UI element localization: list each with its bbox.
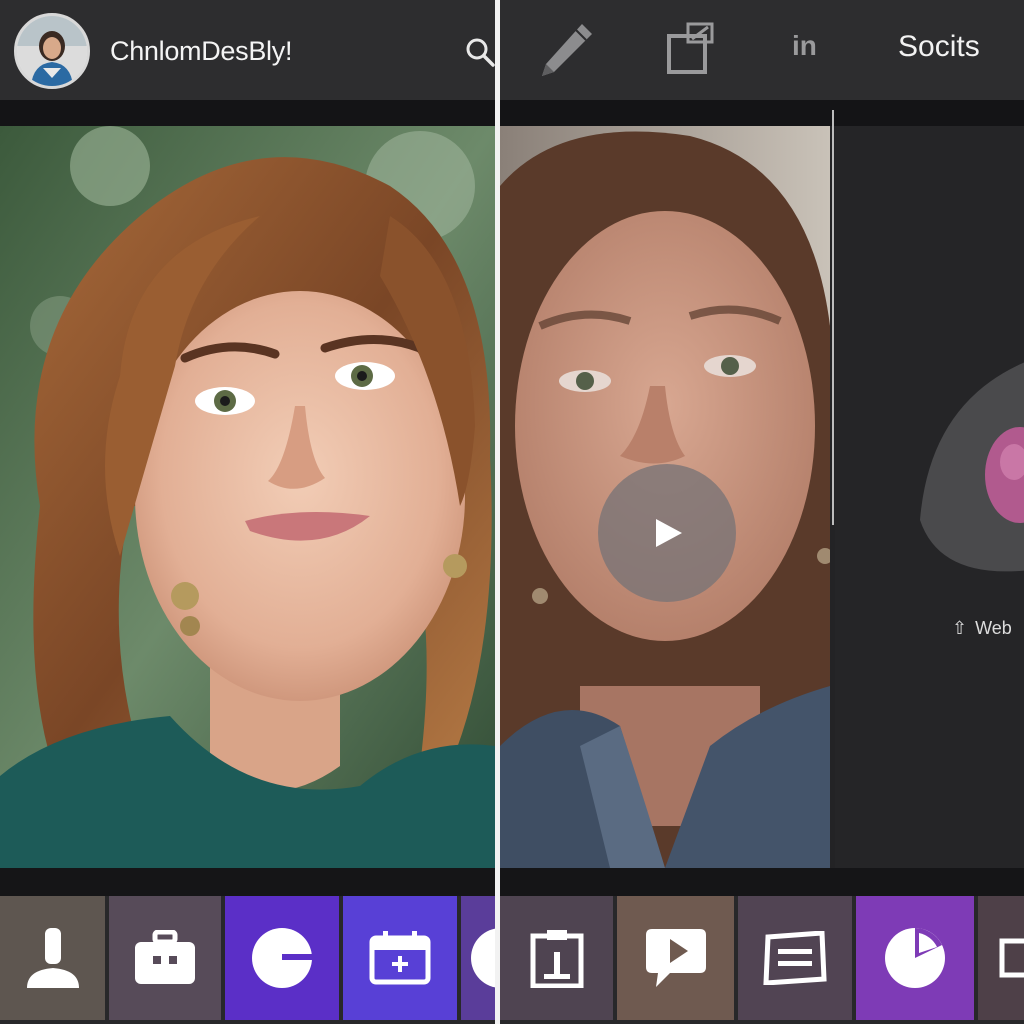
ticket-icon [763, 931, 827, 985]
tab-tickets[interactable] [738, 896, 852, 1020]
search-icon[interactable] [465, 37, 495, 67]
left-header: ChnlomDesBly! [0, 0, 495, 100]
calendar-add-icon [369, 931, 431, 985]
header-shadow [500, 100, 1024, 126]
tab-clipboard[interactable] [500, 896, 613, 1020]
avatar[interactable] [14, 13, 90, 89]
tabbar-gap [500, 868, 1024, 896]
pencil-icon[interactable] [536, 20, 596, 80]
socials-label[interactable]: Socits [898, 30, 980, 64]
pie-chart-icon [885, 928, 945, 988]
person-icon [26, 928, 79, 988]
right-header: in Socits [500, 0, 1024, 100]
separator-line [832, 110, 834, 525]
share-icon: ⇧ [952, 618, 968, 638]
preview-bubble-icon[interactable] [910, 340, 1024, 580]
profile-name: ChnlomDesBly! [110, 36, 293, 66]
tabbar-gap [0, 868, 495, 896]
header-shadow [0, 100, 495, 126]
briefcase-icon [135, 930, 195, 984]
web-link[interactable]: ⇧ Web [952, 618, 1012, 639]
left-panel: ChnlomDesBly! [0, 0, 495, 1024]
partial-icon [999, 938, 1024, 978]
tab-analytics[interactable] [856, 896, 974, 1020]
portrait-photo[interactable] [0, 126, 495, 868]
right-tab-bar [500, 896, 1024, 1024]
tab-stats[interactable] [225, 896, 339, 1020]
video-thumbnail[interactable] [500, 126, 830, 868]
right-panel: in Socits ⇧ Web [500, 0, 1024, 1024]
clipboard-icon [530, 930, 583, 988]
linkedin-icon[interactable]: in [792, 30, 817, 62]
pie-chart-icon [252, 928, 314, 988]
partial-icon [471, 928, 495, 988]
play-button[interactable] [598, 464, 736, 602]
web-link-label: Web [975, 618, 1012, 638]
tab-person[interactable] [0, 896, 105, 1020]
tab-video[interactable] [617, 896, 734, 1020]
left-tab-bar [0, 896, 495, 1024]
tab-calendar[interactable] [343, 896, 457, 1020]
play-chat-icon [645, 929, 706, 987]
tab-more[interactable] [461, 896, 495, 1020]
tab-more[interactable] [978, 896, 1024, 1020]
edit-square-icon[interactable] [666, 22, 716, 76]
tab-briefcase[interactable] [109, 896, 221, 1020]
